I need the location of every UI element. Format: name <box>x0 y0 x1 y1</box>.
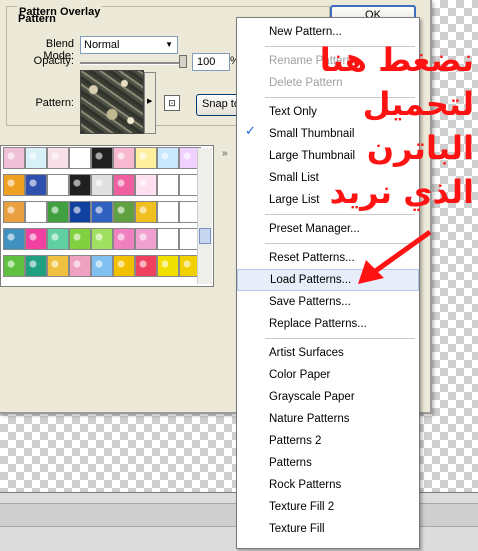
annotation-line: لتحميل <box>362 85 474 123</box>
opacity-label: Opacity: <box>33 55 74 67</box>
menu-item-preset-manager[interactable]: Preset Manager... <box>237 218 419 240</box>
triangle-right-icon: ▶ <box>147 98 153 105</box>
menu-item-grayscale-paper[interactable]: Grayscale Paper <box>237 386 419 408</box>
pattern-thumbnail[interactable] <box>3 174 25 196</box>
pattern-thumbnail[interactable] <box>47 255 69 277</box>
pattern-thumbnail[interactable] <box>91 228 113 250</box>
annotation-line: نضغط هنا <box>319 41 474 79</box>
menu-item-nature-patterns[interactable]: Nature Patterns <box>237 408 419 430</box>
arabic-annotation: نضغط هنا لتحميل الباترن الذي نريد <box>294 38 474 214</box>
pattern-thumbnail[interactable] <box>25 228 47 250</box>
pattern-thumbnail[interactable] <box>25 201 47 223</box>
pattern-thumbnail[interactable] <box>113 147 135 169</box>
pattern-thumbnail[interactable] <box>47 174 69 196</box>
picker-scrollbar[interactable] <box>197 148 212 284</box>
pattern-thumbnail[interactable] <box>69 147 91 169</box>
new-preset-icon[interactable]: ⊡ <box>164 95 180 111</box>
pattern-thumbnail[interactable] <box>91 255 113 277</box>
pattern-thumbnail[interactable] <box>135 255 157 277</box>
menu-item-artist-surfaces[interactable]: Artist Surfaces <box>237 342 419 364</box>
pattern-thumbnail[interactable] <box>25 147 47 169</box>
pattern-thumbnail[interactable] <box>69 228 91 250</box>
pattern-thumbnail[interactable] <box>157 228 179 250</box>
pattern-thumbnail[interactable] <box>113 228 135 250</box>
opacity-input[interactable]: 100 <box>192 53 230 71</box>
pattern-thumbnail[interactable] <box>113 201 135 223</box>
blend-mode-value: Normal <box>84 39 120 51</box>
pattern-thumbnail[interactable] <box>135 201 157 223</box>
menu-item-patterns[interactable]: Patterns <box>237 452 419 474</box>
pattern-thumbnail[interactable] <box>25 174 47 196</box>
pattern-thumbnail[interactable] <box>135 228 157 250</box>
pattern-thumbnail[interactable] <box>91 174 113 196</box>
pattern-thumbnail[interactable] <box>135 174 157 196</box>
menu-separator <box>265 214 415 215</box>
chevron-down-icon: ▼ <box>165 40 173 49</box>
scrollbar-thumb[interactable] <box>199 228 211 244</box>
pattern-picker-panel <box>0 145 214 287</box>
pattern-thumbnail[interactable] <box>3 255 25 277</box>
pattern-thumbnail[interactable] <box>47 201 69 223</box>
menu-item-save-patterns[interactable]: Save Patterns... <box>237 291 419 313</box>
pattern-thumbnail[interactable] <box>69 201 91 223</box>
pattern-thumbnail[interactable] <box>157 174 179 196</box>
blend-mode-select[interactable]: Normal ▼ <box>80 36 178 54</box>
pattern-thumbnail[interactable] <box>135 147 157 169</box>
pattern-thumbnail[interactable] <box>157 255 179 277</box>
picker-menu-icon[interactable]: » <box>222 148 228 159</box>
pattern-thumbnail[interactable] <box>47 147 69 169</box>
pattern-thumbnail[interactable] <box>69 174 91 196</box>
pattern-thumbnail[interactable] <box>3 147 25 169</box>
opacity-slider[interactable] <box>80 62 186 65</box>
pattern-thumbnail[interactable] <box>69 255 91 277</box>
menu-item-texture-fill[interactable]: Texture Fill <box>237 518 419 540</box>
subgroup-title: Pattern <box>18 13 56 25</box>
pattern-thumbnail[interactable] <box>91 201 113 223</box>
menu-item-texture-fill-2[interactable]: Texture Fill 2 <box>237 496 419 518</box>
pattern-label: Pattern: <box>35 97 74 109</box>
menu-item-patterns-2[interactable]: Patterns 2 <box>237 430 419 452</box>
pattern-thumbnail[interactable] <box>157 201 179 223</box>
menu-item-reset-patterns[interactable]: Reset Patterns... <box>237 247 419 269</box>
menu-item-replace-patterns[interactable]: Replace Patterns... <box>237 313 419 335</box>
pattern-thumbnail[interactable] <box>91 147 113 169</box>
menu-separator <box>265 243 415 244</box>
pattern-thumbnail[interactable] <box>113 174 135 196</box>
pattern-picker-toggle[interactable]: ▶ <box>144 72 156 134</box>
annotation-line: الباترن <box>366 129 474 167</box>
checkmark-icon: ✓ <box>245 123 256 138</box>
pattern-thumbnail[interactable] <box>3 228 25 250</box>
annotation-line: الذي نريد <box>329 173 474 211</box>
pattern-thumbnail[interactable] <box>25 255 47 277</box>
pattern-thumbnail[interactable] <box>157 147 179 169</box>
opacity-slider-thumb[interactable] <box>179 55 187 68</box>
pattern-thumbnail[interactable] <box>3 201 25 223</box>
menu-item-rock-patterns[interactable]: Rock Patterns <box>237 474 419 496</box>
pattern-thumbnail[interactable] <box>47 228 69 250</box>
menu-item-load-patterns[interactable]: Load Patterns... <box>237 269 419 291</box>
pattern-thumbnail[interactable] <box>113 255 135 277</box>
menu-item-color-paper[interactable]: Color Paper <box>237 364 419 386</box>
pattern-swatch[interactable] <box>80 70 144 134</box>
menu-separator <box>265 338 415 339</box>
